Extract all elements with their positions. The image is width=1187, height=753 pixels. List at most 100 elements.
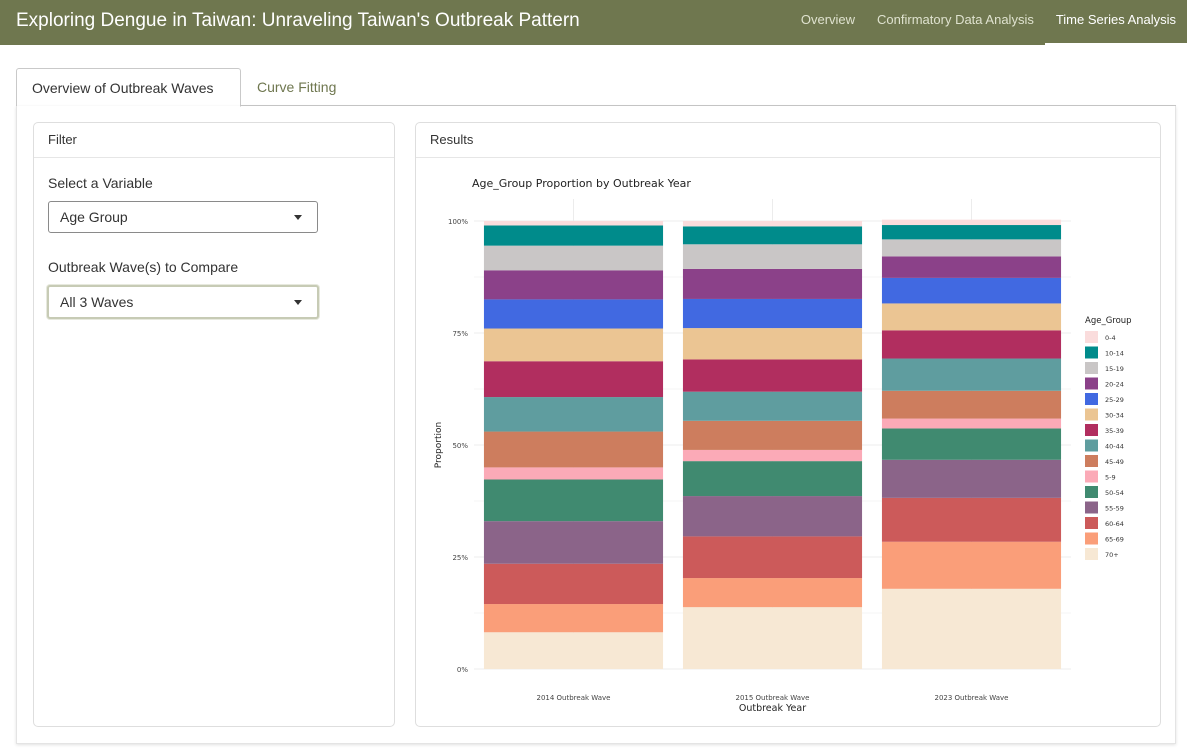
nav-time-series-analysis[interactable]: Time Series Analysis — [1044, 0, 1187, 45]
chevron-down-icon — [294, 215, 302, 220]
bar-segment — [881, 588, 1062, 669]
bar-segment — [881, 428, 1062, 460]
legend-label: 65-69 — [1105, 536, 1124, 544]
y-axis-label: Proportion — [434, 422, 444, 468]
legend-label: 20-24 — [1105, 381, 1124, 389]
legend-swatch — [1085, 455, 1098, 467]
bar-segment — [483, 225, 664, 246]
legend-swatch — [1085, 501, 1098, 514]
bar-segment — [682, 298, 863, 329]
legend-title: Age_Group — [1085, 316, 1132, 326]
filter-header: Filter — [34, 123, 394, 158]
bar-segment — [881, 459, 1062, 498]
legend-swatch — [1085, 517, 1098, 529]
legend-swatch — [1085, 393, 1098, 405]
legend-label: 30-34 — [1105, 412, 1124, 420]
x-tick-label: 2014 Outbreak Wave — [537, 694, 611, 702]
legend-label: 10-14 — [1105, 350, 1124, 358]
bar-segment — [483, 361, 664, 398]
bar-segment — [682, 536, 863, 579]
variable-select[interactable]: Age Group — [48, 201, 318, 233]
tab-bar: Overview of Outbreak Waves Curve Fitting — [16, 68, 1176, 107]
legend-swatch — [1085, 439, 1098, 452]
bar-segment — [682, 461, 863, 497]
bar-segment — [881, 418, 1062, 429]
bar-segment — [881, 541, 1062, 589]
legend-swatch — [1085, 532, 1098, 545]
nav-overview[interactable]: Overview — [790, 0, 866, 45]
bar-segment — [881, 390, 1062, 419]
x-tick-label: 2015 Outbreak Wave — [736, 694, 810, 702]
bar-segment — [682, 420, 863, 450]
navbar: Exploring Dengue in Taiwan: Unraveling T… — [0, 0, 1187, 45]
bar-segment — [881, 256, 1062, 278]
legend-label: 25-29 — [1105, 396, 1124, 404]
bar-segment — [483, 521, 664, 564]
app-title: Exploring Dengue in Taiwan: Unraveling T… — [16, 10, 580, 31]
legend-label: 50-54 — [1105, 489, 1124, 497]
variable-label: Select a Variable — [48, 175, 153, 191]
bar-segment — [483, 431, 664, 468]
bar-segment — [483, 604, 664, 633]
legend-swatch — [1085, 470, 1098, 483]
legend-label: 60-64 — [1105, 520, 1124, 528]
bar-segment — [483, 299, 664, 329]
nav-links: Overview Confirmatory Data Analysis Time… — [790, 0, 1187, 45]
legend-label: 55-59 — [1105, 505, 1124, 513]
bar-segment — [682, 578, 863, 608]
bar-segment — [881, 225, 1062, 240]
bar-segment — [483, 479, 664, 522]
waves-label: Outbreak Wave(s) to Compare — [48, 259, 239, 275]
results-card: Results Age_Group Proportion by Outbreak… — [415, 122, 1161, 727]
y-tick-label: 75% — [452, 330, 468, 338]
bar-segment — [483, 467, 664, 480]
bar-segment — [682, 391, 863, 421]
bar-segment — [483, 221, 664, 226]
bar-segment — [881, 277, 1062, 304]
bar-segment — [881, 303, 1062, 331]
legend-swatch — [1085, 548, 1098, 560]
legend-swatch — [1085, 362, 1098, 374]
legend-label: 15-19 — [1105, 365, 1124, 373]
bar-segment — [483, 328, 664, 362]
bar-segment — [682, 226, 863, 245]
bar-segment — [881, 219, 1062, 226]
legend-swatch — [1085, 346, 1098, 359]
legend-label: 0-4 — [1105, 334, 1116, 342]
bar-segment — [881, 330, 1062, 359]
bar-segment — [682, 328, 863, 360]
y-tick-label: 0% — [457, 666, 468, 674]
nav-confirmatory-data-analysis[interactable]: Confirmatory Data Analysis — [866, 0, 1045, 45]
y-tick-label: 25% — [452, 554, 468, 562]
bar-segment — [682, 268, 863, 299]
bar-segment — [483, 563, 664, 605]
waves-select[interactable]: All 3 Waves — [47, 285, 319, 319]
x-axis-label: Outbreak Year — [739, 703, 806, 714]
bar-segment — [682, 449, 863, 462]
bar-segment — [682, 221, 863, 227]
legend-swatch — [1085, 377, 1098, 390]
legend-label: 40-44 — [1105, 443, 1124, 451]
tab-overview-of-outbreak-waves[interactable]: Overview of Outbreak Waves — [16, 68, 241, 107]
bar-segment — [682, 359, 863, 392]
legend-swatch — [1085, 424, 1098, 436]
bar-segment — [483, 245, 664, 271]
y-tick-label: 100% — [448, 218, 468, 226]
variable-select-value: Age Group — [60, 209, 128, 225]
chart-title: Age_Group Proportion by Outbreak Year — [472, 177, 691, 190]
chevron-down-icon — [294, 300, 302, 305]
bar-segment — [483, 632, 664, 669]
stacked-bar-chart: Age_Group Proportion by Outbreak Year 0%… — [434, 177, 1132, 714]
legend-swatch — [1085, 331, 1098, 343]
legend-label: 5-9 — [1105, 474, 1116, 482]
bar-segment — [483, 270, 664, 300]
legend-label: 35-39 — [1105, 427, 1124, 435]
bar-segment — [682, 244, 863, 269]
tab-curve-fitting[interactable]: Curve Fitting — [242, 68, 351, 106]
bar-segment — [881, 358, 1062, 391]
bar-segment — [682, 607, 863, 669]
bar-segment — [881, 497, 1062, 542]
results-header: Results — [416, 123, 1160, 158]
legend-label: 70+ — [1105, 551, 1119, 559]
filter-card: Filter Select a Variable Age Group Outbr… — [33, 122, 395, 727]
